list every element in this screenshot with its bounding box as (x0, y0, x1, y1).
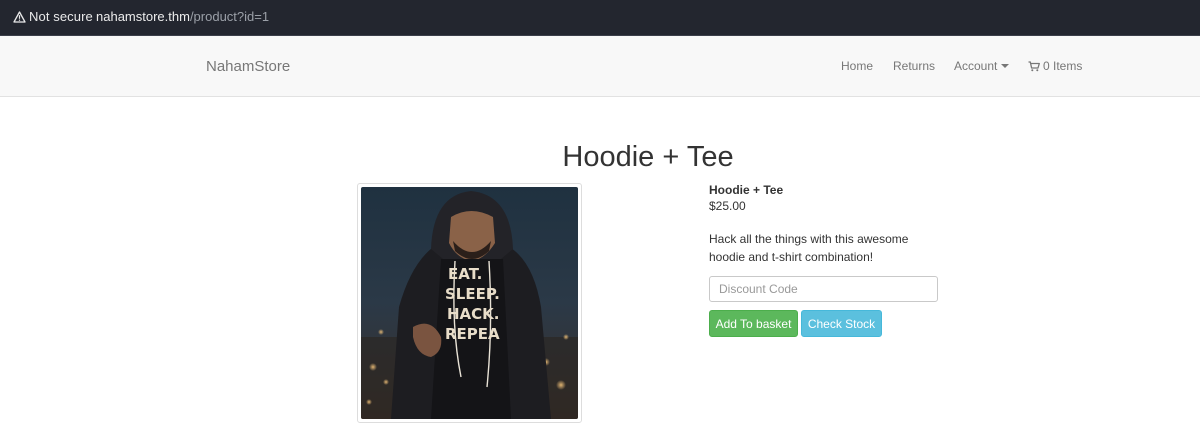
shirt-line-3: HACK. (447, 305, 500, 323)
product-price: $25.00 (709, 199, 746, 213)
site-navbar: NahamStore Home Returns Account 0 Items (0, 36, 1200, 97)
browser-address-bar: Not secure nahamstore.thm/product?id=1 (0, 0, 1200, 36)
product-photo: EAT. SLEEP. HACK. REPEA (361, 187, 578, 419)
add-to-basket-button[interactable]: Add To basket (709, 310, 798, 337)
product-description: Hack all the things with this awesome ho… (709, 232, 909, 264)
nav-returns[interactable]: Returns (893, 59, 935, 73)
shirt-line-2: SLEEP. (445, 285, 500, 303)
nav-account-label: Account (954, 59, 998, 73)
url-field[interactable]: nahamstore.thm/product?id=1 (96, 9, 269, 24)
check-stock-button[interactable]: Check Stock (801, 310, 882, 337)
security-status-label[interactable]: Not secure (29, 9, 93, 24)
page-title: Hoodie + Tee (562, 141, 734, 173)
caret-down-icon (1001, 63, 1010, 68)
brand-link[interactable]: NahamStore (206, 58, 290, 75)
basket-count: 0 Items (1043, 59, 1083, 73)
nav-home[interactable]: Home (841, 59, 873, 73)
shopping-cart-icon (1028, 61, 1040, 75)
url-host: nahamstore.thm (96, 9, 190, 24)
nav-account-dropdown[interactable]: Account (954, 59, 1010, 73)
nav-basket[interactable]: 0 Items (1028, 59, 1082, 75)
shirt-line-4: REPEA (445, 325, 500, 343)
product-name: Hoodie + Tee (709, 183, 784, 197)
warning-triangle-icon[interactable] (13, 10, 26, 28)
shirt-line-1: EAT. (448, 265, 482, 283)
product-image-thumbnail: EAT. SLEEP. HACK. REPEA (357, 183, 582, 423)
url-path: /product?id=1 (189, 9, 270, 24)
discount-code-input[interactable] (709, 276, 938, 302)
